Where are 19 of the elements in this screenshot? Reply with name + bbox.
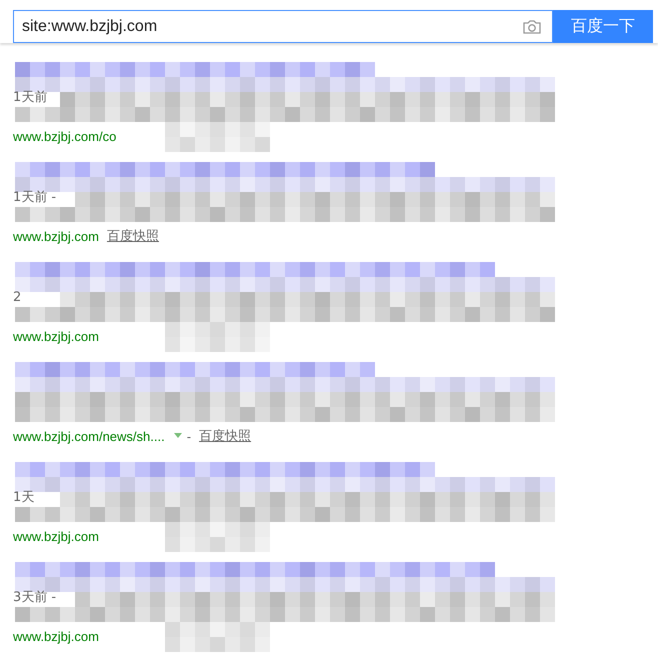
snapshot-link[interactable]: 百度快照: [106, 227, 159, 245]
dropdown-icon[interactable]: [172, 433, 183, 439]
search-field[interactable]: site:www.bzjbj.com: [13, 10, 553, 43]
result-date: 1天前: [13, 89, 48, 106]
search-button[interactable]: 百度一下: [553, 10, 653, 43]
result-date: 1天: [13, 489, 34, 506]
result-url[interactable]: www.bzjbj.com: [13, 328, 99, 344]
search-query: site:www.bzjbj.com: [22, 18, 158, 36]
result-url[interactable]: www.bzjbj.com: [13, 228, 99, 244]
result-url[interactable]: www.bzjbj.com: [13, 528, 99, 544]
result-date: 3天前 -: [13, 589, 56, 606]
result-date: 2: [13, 290, 22, 304]
camera-icon[interactable]: [522, 18, 542, 34]
snapshot-link[interactable]: 百度快照: [199, 427, 252, 445]
separator-text: -: [186, 428, 192, 444]
result-url[interactable]: www.bzjbj.com: [13, 628, 99, 644]
result-url[interactable]: www.bzjbj.com/co: [13, 128, 116, 144]
result-url[interactable]: www.bzjbj.com/news/sh....: [13, 428, 165, 444]
result-date: 1天前 -: [13, 189, 56, 206]
